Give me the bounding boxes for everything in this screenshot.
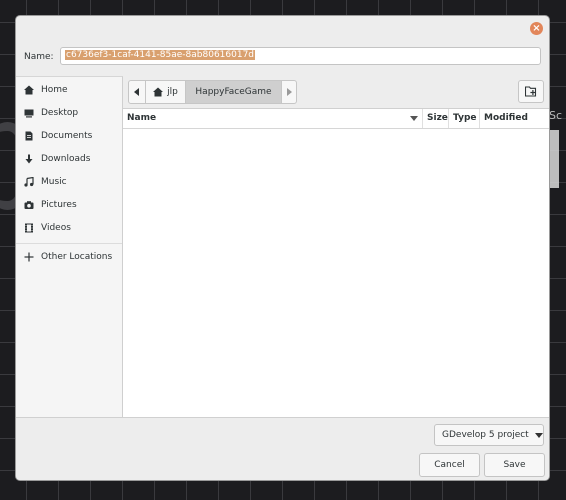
film-icon [25,223,33,233]
sidebar-item-documents[interactable]: Documents [24,128,92,144]
desktop-icon [24,109,34,118]
sidebar-item-videos[interactable]: Videos [24,220,71,236]
path-segment-label: HappyFaceGame [195,87,272,97]
chevron-left-icon [134,88,139,96]
close-icon[interactable]: × [530,22,543,35]
places-sidebar: Home Desktop Documents Downloads Music P… [16,76,123,418]
sidebar-separator [16,243,122,244]
path-back-button[interactable] [129,81,146,103]
cancel-button[interactable]: Cancel [419,453,480,477]
column-type-header[interactable]: Type [449,109,480,128]
home-icon [153,87,164,97]
chevron-down-icon [534,432,543,438]
download-icon [25,154,33,164]
sidebar-item-label: Music [41,177,67,187]
path-bar: jlp HappyFaceGame [128,80,297,104]
file-save-dialog: × Name: c6736ef3-1caf-4141-85ae-8ab80616… [16,16,549,480]
column-name-header[interactable]: Name [123,109,423,128]
camera-icon [24,201,34,209]
sidebar-item-downloads[interactable]: Downloads [24,151,90,167]
column-size-header[interactable]: Size [423,109,449,128]
column-header-row: Name Size Type Modified [123,109,549,129]
file-type-filter[interactable]: GDevelop 5 project [434,424,544,446]
file-list[interactable]: Name Size Type Modified [123,108,549,418]
path-segment-home[interactable]: jlp [146,81,186,103]
filename-input[interactable]: c6736ef3-1caf-4141-85ae-8ab80616017d [60,47,541,65]
sidebar-item-label: Downloads [41,154,91,164]
file-type-filter-value: GDevelop 5 project [442,430,529,440]
sort-descending-icon [410,116,418,121]
plus-icon [24,252,34,262]
path-forward-button[interactable] [282,81,296,103]
sidebar-item-home[interactable]: Home [24,82,68,98]
chevron-right-icon [287,88,292,96]
dialog-footer: GDevelop 5 project Cancel Save [16,417,549,480]
sidebar-item-label: Videos [41,223,71,233]
save-button-label: Save [503,460,526,470]
home-icon [24,85,34,95]
sidebar-item-label: Documents [41,131,93,141]
filename-selected-text: c6736ef3-1caf-4141-85ae-8ab80616017d [65,50,256,60]
path-segment-current[interactable]: HappyFaceGame [186,81,282,103]
cancel-button-label: Cancel [434,460,465,470]
sidebar-item-label: Home [41,85,68,95]
background-partial-text: Sc [549,109,563,122]
save-button[interactable]: Save [484,453,545,477]
background-glyph [549,130,559,188]
sidebar-item-label: Pictures [41,200,77,210]
sidebar-item-pictures[interactable]: Pictures [24,197,77,213]
column-modified-header[interactable]: Modified [480,109,549,128]
sidebar-item-label: Other Locations [41,252,113,262]
documents-icon [25,131,33,141]
path-segment-label: jlp [167,87,178,97]
music-icon [24,177,34,187]
new-folder-button[interactable] [518,80,544,103]
name-label: Name: [24,52,54,62]
new-folder-icon [524,86,536,97]
sidebar-item-desktop[interactable]: Desktop [24,105,78,121]
sidebar-item-other-locations[interactable]: Other Locations [24,249,112,265]
sidebar-item-music[interactable]: Music [24,174,67,190]
sidebar-item-label: Desktop [41,108,79,118]
